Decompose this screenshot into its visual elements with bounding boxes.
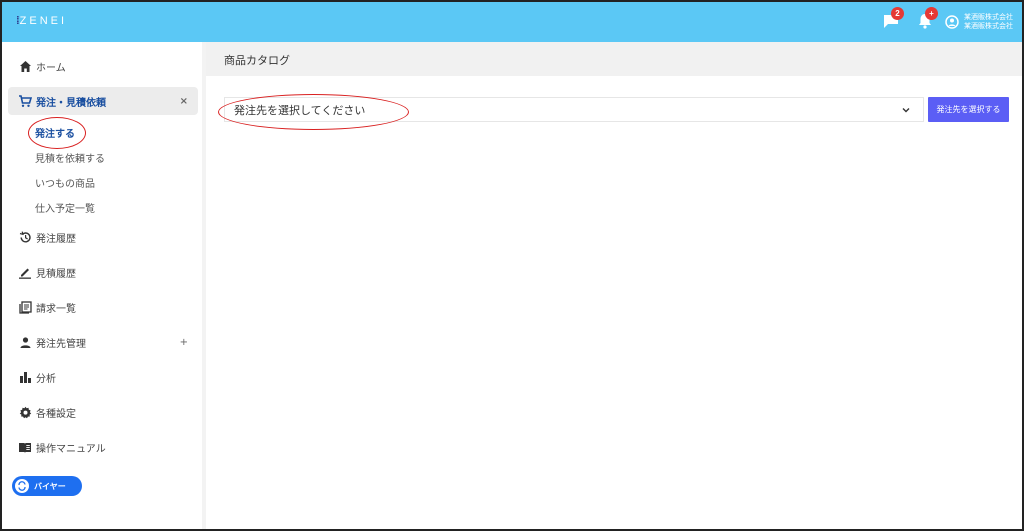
chevron-down-icon (902, 108, 910, 113)
supplier-select[interactable]: 発注先を選択してください (224, 97, 924, 122)
sidebar-item-label: 分析 (36, 373, 56, 385)
sub-item-purchase-schedule[interactable]: 仕入予定一覧 (35, 200, 95, 215)
notifications-badge: + (925, 7, 938, 20)
sidebar-item-settings[interactable]: 各種設定 (8, 398, 198, 426)
bar-chart-icon (18, 370, 32, 384)
account-icon[interactable] (945, 15, 959, 29)
company-name[interactable]: 某酒販株式会社 某酒販株式会社 (964, 13, 1013, 31)
sub-item-order[interactable]: 発注する (35, 125, 75, 140)
collapse-toggle[interactable]: × (180, 96, 188, 107)
pencil-icon (18, 265, 32, 279)
app-logo[interactable]: ⁞ZENEI (16, 15, 67, 27)
top-header: ⁞ZENEI 2 + 某酒販株式会社 某酒販株式会社 (2, 2, 1022, 42)
cart-icon (18, 94, 32, 108)
select-supplier-button[interactable]: 発注先を選択する (928, 97, 1009, 122)
expand-toggle[interactable]: + (180, 337, 188, 348)
sidebar-item-quote-history[interactable]: 見積履歴 (8, 258, 198, 286)
sidebar-item-invoice-list[interactable]: 請求一覧 (8, 293, 198, 321)
main-content: 商品カタログ 発注先を選択してください 発注先を選択する (206, 42, 1022, 529)
page-title: 商品カタログ (224, 54, 290, 67)
sidebar-item-manual[interactable]: 操作マニュアル (8, 433, 198, 461)
sub-item-request-quote[interactable]: 見積を依頼する (35, 150, 105, 165)
book-icon (18, 440, 32, 454)
role-label: バイヤー (34, 481, 66, 491)
sub-item-usual-products[interactable]: いつもの商品 (35, 175, 95, 190)
document-list-icon (18, 300, 32, 314)
sidebar-item-order-history[interactable]: 発注履歴 (8, 223, 198, 251)
sidebar-item-label: 発注履歴 (36, 233, 76, 245)
sidebar-item-label: 発注・見積依頼 (36, 97, 106, 109)
messages-button[interactable]: 2 (882, 7, 904, 30)
sidebar-item-label: 発注先管理 (36, 338, 86, 350)
page-header: 商品カタログ (206, 42, 1022, 76)
history-icon (18, 230, 32, 244)
sidebar: ホーム 発注・見積依頼 × 発注する 見積を依頼する いつもの商品 仕入予定一覧… (2, 42, 202, 529)
company-line-2: 某酒販株式会社 (964, 22, 1013, 30)
sidebar-item-analysis[interactable]: 分析 (8, 363, 198, 391)
sidebar-item-label: 見積履歴 (36, 268, 76, 280)
notifications-button[interactable]: + (916, 7, 938, 30)
sidebar-item-supplier-mgmt[interactable]: 発注先管理 + (8, 328, 198, 356)
sidebar-item-label: 操作マニュアル (36, 443, 106, 455)
messages-badge: 2 (891, 7, 904, 20)
role-switch-button[interactable]: バイヤー (12, 476, 82, 496)
app-frame: ⁞ZENEI 2 + 某酒販株式会社 某酒販株式会社 ホーム 発注・見積依頼 ×… (0, 0, 1024, 531)
sidebar-item-label: 各種設定 (36, 408, 76, 420)
sidebar-item-label: ホーム (36, 62, 66, 74)
company-line-1: 某酒販株式会社 (964, 13, 1013, 21)
person-icon (18, 335, 32, 349)
sidebar-item-label: 請求一覧 (36, 303, 76, 315)
supplier-select-value: 発注先を選択してください (234, 103, 366, 117)
sidebar-item-home[interactable]: ホーム (8, 52, 198, 80)
swap-icon (15, 479, 29, 493)
home-icon (18, 59, 32, 73)
sidebar-item-order-quote[interactable]: 発注・見積依頼 × (8, 87, 198, 115)
gear-icon (18, 405, 32, 419)
